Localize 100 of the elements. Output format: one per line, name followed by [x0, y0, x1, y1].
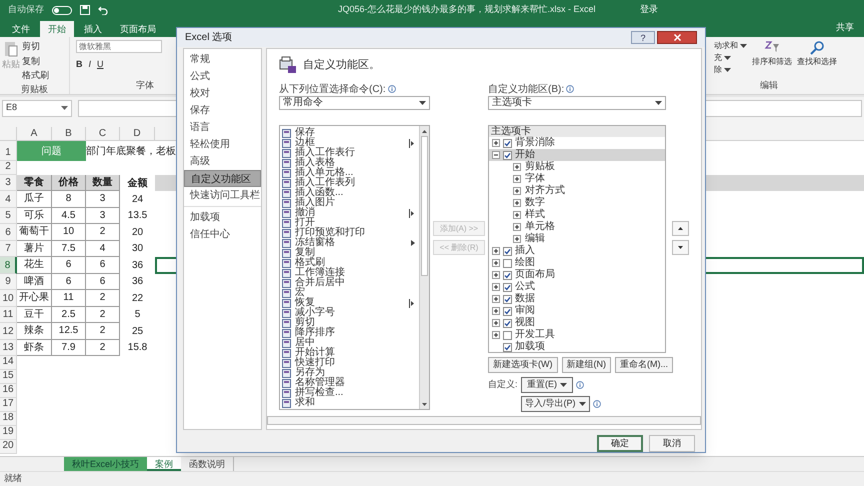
checkbox[interactable] [503, 270, 512, 280]
category-item[interactable]: 高级 [184, 153, 261, 170]
command-item[interactable]: 另存为 [282, 368, 419, 378]
category-item[interactable]: 常规 [184, 51, 261, 68]
tree-item[interactable]: 背景消除 [489, 137, 665, 149]
row-header[interactable]: 20 [0, 440, 17, 454]
checkbox[interactable] [503, 330, 512, 340]
category-item[interactable]: 加载项 [184, 209, 261, 226]
column-header[interactable]: C [86, 127, 120, 140]
share-button[interactable]: 共享 [836, 20, 854, 34]
command-item[interactable]: 求和 [282, 398, 419, 408]
ok-button[interactable]: 确定 [597, 435, 643, 452]
row-header[interactable]: 10 [0, 290, 17, 306]
editing-command[interactable]: 充 [714, 52, 747, 64]
row-header[interactable]: 13 [0, 340, 17, 356]
undo-icon[interactable] [98, 5, 108, 15]
category-item[interactable]: 快速访问工具栏 [184, 187, 261, 204]
row-header[interactable]: 14 [0, 356, 17, 370]
expand-icon[interactable] [513, 223, 521, 231]
command-item[interactable]: 插入工作表列 [282, 178, 419, 188]
tree-item[interactable]: 单元格 [489, 221, 665, 233]
command-item[interactable]: 冻结窗格 [282, 238, 419, 248]
tree-item[interactable]: 开始 [489, 149, 665, 161]
expand-icon[interactable] [492, 331, 500, 339]
move-down-button[interactable] [672, 240, 689, 255]
expand-icon[interactable] [492, 247, 500, 255]
row-header[interactable]: 8 [0, 257, 17, 274]
command-item[interactable]: 插入表格 [282, 158, 419, 168]
command-item[interactable]: 撤消 [282, 208, 419, 218]
tree-item[interactable]: 剪贴板 [489, 161, 665, 173]
category-item[interactable]: 信任中心 [184, 226, 261, 243]
expand-icon[interactable] [513, 187, 521, 195]
expand-icon[interactable] [513, 199, 521, 207]
search-icon[interactable] [809, 40, 825, 56]
expand-icon[interactable] [513, 175, 521, 183]
row-header[interactable]: 12 [0, 323, 17, 340]
command-item[interactable]: 居中 [282, 338, 419, 348]
scrollbar[interactable] [419, 126, 429, 409]
new-tab-button[interactable]: 新建选项卡(W) [488, 357, 558, 373]
row-header[interactable]: 4 [0, 191, 17, 208]
checkbox[interactable] [503, 150, 512, 160]
expand-icon[interactable] [492, 319, 500, 327]
row-header[interactable]: 17 [0, 398, 17, 412]
expand-icon[interactable] [492, 139, 500, 147]
expand-icon[interactable] [513, 163, 521, 171]
command-item[interactable]: 减小字号 [282, 308, 419, 318]
command-item[interactable]: 拼写检查... [282, 388, 419, 398]
ribbon-tab[interactable]: 文件 [4, 21, 38, 37]
command-item[interactable]: 边框 [282, 138, 419, 148]
tree-item[interactable]: 开发工具 [489, 329, 665, 341]
row-header[interactable]: 9 [0, 274, 17, 290]
paste-icon[interactable] [4, 40, 18, 58]
command-item[interactable]: 格式刷 [282, 258, 419, 268]
expand-icon[interactable] [492, 307, 500, 315]
underline-button[interactable]: U [97, 58, 104, 72]
autosave-toggle[interactable] [52, 6, 72, 14]
collapse-icon[interactable] [492, 151, 500, 159]
format-painter-button[interactable]: 格式刷 [22, 69, 49, 82]
row-header[interactable]: 15 [0, 370, 17, 384]
rename-button[interactable]: 重命名(M)... [615, 357, 673, 373]
category-item[interactable]: 自定义功能区 [184, 170, 261, 187]
tree-item[interactable]: 插入 [489, 245, 665, 257]
tree-item[interactable]: 对齐方式 [489, 185, 665, 197]
command-item[interactable]: 工作簿连接 [282, 268, 419, 278]
checkbox[interactable] [503, 306, 512, 316]
command-item[interactable]: 插入图片 [282, 198, 419, 208]
category-item[interactable]: 保存 [184, 102, 261, 119]
tree-item[interactable]: 数据 [489, 293, 665, 305]
row-header[interactable]: 16 [0, 384, 17, 398]
bold-button[interactable]: B [76, 58, 82, 72]
cut-button[interactable]: 剪切 [22, 40, 49, 54]
tree-item[interactable]: 公式 [489, 281, 665, 293]
italic-button[interactable]: I [88, 58, 92, 72]
sheet-tab[interactable]: 秋叶Excel小技巧 [64, 457, 148, 471]
ribbon-tab[interactable]: 页面布局 [112, 21, 164, 37]
checkbox[interactable] [503, 294, 512, 304]
command-item[interactable]: 保存 [282, 128, 419, 138]
command-item[interactable]: 复制 [282, 248, 419, 258]
expand-icon[interactable] [492, 259, 500, 267]
reset-button[interactable]: 重置(E) [521, 377, 573, 393]
command-source-dropdown[interactable]: 常用命令 [279, 96, 430, 110]
editing-command[interactable]: 动求和 [714, 40, 747, 52]
name-box[interactable]: E8 [2, 100, 72, 116]
category-item[interactable]: 公式 [184, 68, 261, 85]
command-item[interactable]: 快速打印 [282, 358, 419, 368]
expand-icon[interactable] [492, 283, 500, 291]
command-item[interactable]: 打印预览和打印 [282, 228, 419, 238]
find-select-button[interactable]: 查找和选择 [797, 56, 837, 68]
command-item[interactable]: 插入函数... [282, 188, 419, 198]
tree-item[interactable]: 页面布局 [489, 269, 665, 281]
row-header[interactable]: 5 [0, 208, 17, 224]
tree-item[interactable]: 绘图 [489, 257, 665, 269]
row-header[interactable]: 1 [0, 141, 17, 161]
command-item[interactable]: 开始计算 [282, 348, 419, 358]
tree-item[interactable]: 视图 [489, 317, 665, 329]
column-header[interactable]: D [120, 127, 155, 140]
tree-item[interactable]: 审阅 [489, 305, 665, 317]
sort-filter-button[interactable]: 排序和筛选 [752, 56, 792, 68]
cancel-button[interactable]: 取消 [649, 435, 695, 452]
tree-item[interactable]: 字体 [489, 173, 665, 185]
